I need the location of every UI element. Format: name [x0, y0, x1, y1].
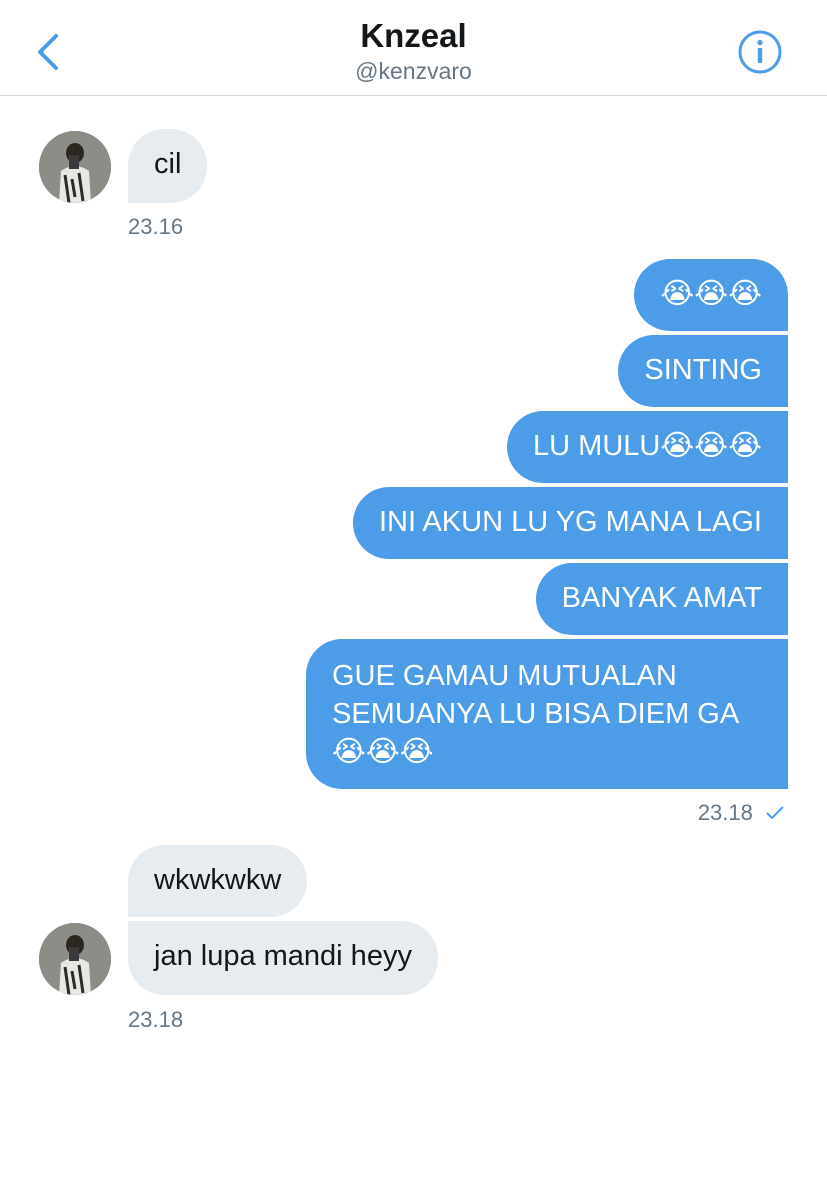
outgoing-message[interactable]: GUE GAMAU MUTUALAN SEMUANYA LU BISA DIEM…	[306, 639, 788, 789]
avatar-image	[39, 131, 111, 203]
checkmark-icon	[766, 806, 784, 820]
message-timestamp: 23.18	[128, 1007, 184, 1032]
conversation-title-block[interactable]: Knzeal @kenzvaro	[0, 16, 827, 86]
info-button[interactable]	[736, 28, 784, 76]
outgoing-message[interactable]: 😭😭😭	[634, 259, 788, 331]
incoming-message[interactable]: jan lupa mandi heyy	[128, 921, 438, 995]
avatar[interactable]	[39, 923, 111, 995]
conversation-header: Knzeal @kenzvaro	[0, 0, 827, 96]
message-timestamp: 23.18	[698, 800, 785, 826]
outgoing-time: 23.18	[697, 800, 753, 825]
incoming-message[interactable]: cil	[128, 129, 208, 203]
info-icon	[738, 30, 782, 74]
outgoing-message[interactable]: BANYAK AMAT	[535, 563, 788, 635]
message-timestamp: 23.16	[128, 214, 184, 239]
outgoing-message[interactable]: SINTING	[618, 335, 788, 407]
outgoing-message[interactable]: LU MULU😭😭😭	[507, 411, 788, 483]
avatar-image	[39, 923, 111, 995]
incoming-message[interactable]: wkwkwkw	[128, 845, 308, 917]
avatar[interactable]	[39, 131, 111, 203]
outgoing-message[interactable]: INI AKUN LU YG MANA LAGI	[352, 487, 788, 559]
contact-name: Knzeal	[360, 17, 467, 54]
contact-handle: @kenzvaro	[355, 58, 472, 84]
